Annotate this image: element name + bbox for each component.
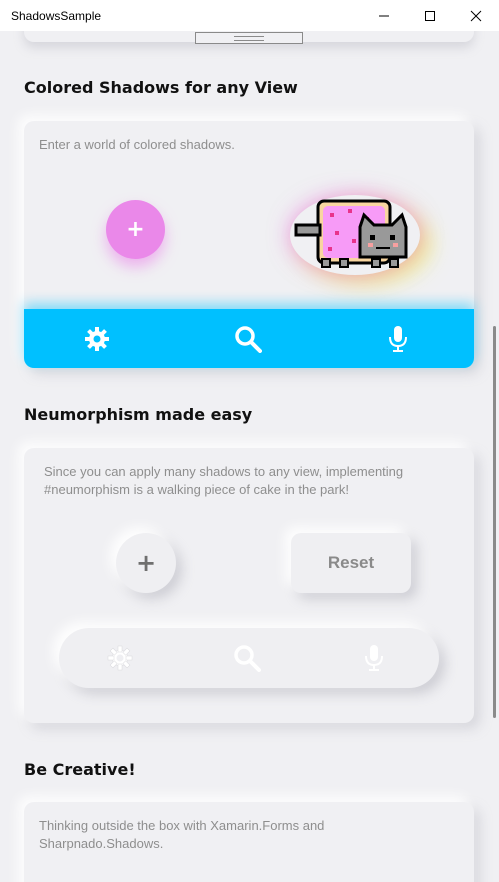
vertical-scrollbar[interactable] xyxy=(493,326,496,718)
tab-microphone[interactable] xyxy=(384,325,412,353)
search-icon xyxy=(234,645,261,672)
section-title-neumorphism: Neumorphism made easy xyxy=(24,405,253,424)
close-button[interactable] xyxy=(453,0,499,31)
colored-tab-bar xyxy=(24,309,474,368)
minimize-button[interactable] xyxy=(361,0,407,31)
splitter-handle[interactable] xyxy=(195,32,303,44)
neumorphism-card-text: Since you can apply many shadows to any … xyxy=(44,464,404,497)
neu-tab-microphone[interactable] xyxy=(360,644,388,672)
minimize-icon xyxy=(379,15,389,16)
microphone-icon xyxy=(389,326,407,352)
neumorphism-card: Since you can apply many shadows to any … xyxy=(24,448,474,723)
plus-label: + xyxy=(126,217,145,242)
add-button-neumorphic[interactable]: + xyxy=(116,533,176,593)
colored-card-text: Enter a world of colored shadows. xyxy=(39,137,235,152)
neu-tab-settings[interactable] xyxy=(106,644,134,672)
search-icon xyxy=(235,326,262,353)
tab-settings[interactable] xyxy=(83,325,111,353)
maximize-button[interactable] xyxy=(407,0,453,31)
colored-shadows-card: Enter a world of colored shadows. + xyxy=(24,121,474,368)
neumorphic-tab-bar xyxy=(59,628,439,688)
neu-tab-search[interactable] xyxy=(233,644,261,672)
window-titlebar: ShadowsSample xyxy=(0,0,499,31)
close-icon xyxy=(470,10,482,21)
creative-card-text: Thinking outside the box with Xamarin.Fo… xyxy=(39,818,325,851)
section-title-creative: Be Creative! xyxy=(24,760,136,779)
reset-label: Reset xyxy=(327,553,375,572)
scroll-content[interactable]: Colored Shadows for any View Enter a wor… xyxy=(0,31,499,882)
nyan-cat-image xyxy=(290,195,420,275)
reset-button[interactable]: Reset xyxy=(291,533,411,593)
window-title: ShadowsSample xyxy=(11,8,102,23)
gear-icon xyxy=(85,327,109,351)
tab-search[interactable] xyxy=(234,325,262,353)
section-title-colored: Colored Shadows for any View xyxy=(24,78,298,97)
microphone-icon xyxy=(365,645,383,671)
gear-icon xyxy=(107,645,133,671)
creative-card: Thinking outside the box with Xamarin.Fo… xyxy=(24,802,474,882)
nyan-cat-icon xyxy=(294,199,408,268)
plus-label: + xyxy=(135,549,157,577)
maximize-icon xyxy=(425,10,435,21)
add-button-pink[interactable]: + xyxy=(106,200,165,259)
